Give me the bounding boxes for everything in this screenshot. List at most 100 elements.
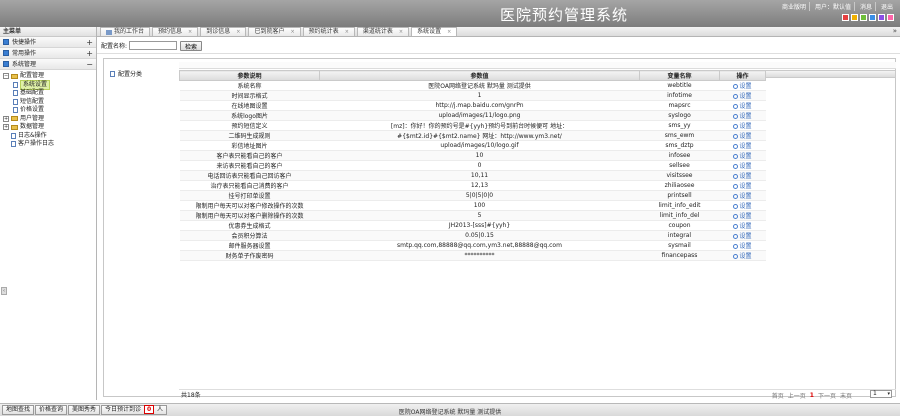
table-row[interactable]: 彩信地址图片 upload/images/10/logo.gif sms_dztp 设… (179, 140, 766, 151)
config-tree-item[interactable]: 配置分类 (110, 69, 142, 78)
collapse-icon[interactable]: − (86, 59, 93, 70)
table-row[interactable]: 系统名称 医院OA网络登记系统 默玛量 测试提供 webtitle 设置 (179, 80, 766, 91)
sidebar-section-quick[interactable]: 快捷操作 + (0, 37, 96, 48)
price-query-button[interactable]: 价格查询 (35, 405, 68, 415)
settings-link[interactable]: 设置 (719, 100, 766, 111)
expand-icon[interactable]: + (3, 115, 9, 122)
column-header[interactable]: 变量名称 (639, 70, 720, 81)
sidebar-tree-item[interactable]: + 数据管理 (3, 123, 96, 132)
settings-link[interactable]: 设置 (719, 120, 766, 131)
sidebar-section-system[interactable]: 系统管理 − (0, 59, 96, 70)
first-page-link[interactable]: 首页 (772, 391, 784, 400)
settings-link[interactable]: 设置 (719, 240, 766, 251)
settings-link[interactable]: 设置 (719, 200, 766, 211)
link-messages[interactable]: 消息 (857, 2, 876, 11)
settings-link[interactable]: 设置 (719, 210, 766, 221)
table-row[interactable]: 客户表只能看自己的客户 10 infosee 设置 (179, 150, 766, 161)
table-row[interactable]: 财务单子作废密码 ********** financepass 设置 (179, 250, 766, 261)
table-row[interactable]: 系统logo图片 upload/images/11/logo.png syslogo… (179, 110, 766, 121)
variable-name-cell: limit_info_del (639, 210, 720, 221)
expand-icon[interactable]: + (86, 48, 93, 59)
close-icon[interactable]: × (188, 28, 192, 36)
prev-page-link[interactable]: 上一页 (788, 391, 806, 400)
meitu-button[interactable]: 美图秀秀 (68, 405, 101, 415)
column-header[interactable]: 操作 (719, 70, 766, 81)
param-value-cell: 0.05|0.15 (319, 230, 640, 241)
settings-link[interactable]: 设置 (719, 170, 766, 181)
table-row[interactable]: 优惠券生成格式 JH2013-[sss]#{yyh} coupon 设置 (179, 220, 766, 231)
table-row[interactable]: 挂号打印单设置 5|0|5|0|0 printsell 设置 (179, 190, 766, 201)
link-user[interactable]: 用户：默认值 (812, 2, 855, 11)
sidebar-tree-item[interactable]: 价格设置 (3, 106, 96, 115)
search-button[interactable]: 检索 (180, 40, 203, 51)
table-row[interactable]: 电话回访表只能看自己回访客户 10,11 visitssee 设置 (179, 170, 766, 181)
map-search-button[interactable]: 地图查找 (2, 405, 35, 415)
settings-link[interactable]: 设置 (719, 150, 766, 161)
link-logout[interactable]: 退出 (878, 2, 896, 11)
settings-link[interactable]: 设置 (719, 130, 766, 141)
gear-icon (733, 254, 739, 259)
next-page-link[interactable]: 下一页 (818, 391, 836, 400)
expand-icon[interactable]: + (86, 37, 93, 48)
settings-label: 设置 (739, 213, 752, 220)
skin-swatch[interactable] (878, 14, 885, 21)
skin-swatch[interactable] (869, 14, 876, 21)
settings-link[interactable]: 设置 (719, 90, 766, 101)
skin-swatch[interactable] (851, 14, 858, 21)
tab-item[interactable]: 我的工作台 (100, 27, 151, 36)
sidebar-tree-item[interactable]: 客户操作日志 (3, 140, 96, 149)
tab-item[interactable]: 系统设置 × (411, 27, 458, 36)
sidebar-tree-item[interactable]: 系统设置 (3, 79, 96, 90)
sidebar-tree-item[interactable]: 短信配置 (3, 98, 96, 107)
settings-link[interactable]: 设置 (719, 160, 766, 171)
tab-item[interactable]: 渠道统计表 × (356, 27, 410, 36)
today-expected-button[interactable]: 今日预计到诊 0 人 (101, 405, 168, 415)
settings-link[interactable]: 设置 (719, 250, 766, 261)
page-select[interactable]: 1 (870, 390, 892, 398)
skin-swatch[interactable] (860, 14, 867, 21)
settings-link[interactable]: 设置 (719, 180, 766, 191)
table-row[interactable]: 邮件服务器设置 smtp.qq.com,88888@qq.com,ym3.net,… (179, 240, 766, 251)
close-icon[interactable]: × (236, 28, 240, 36)
table-row[interactable]: 限制用户每天可以对客户修改操作的次数 100 limit_info_edit 设置 (179, 200, 766, 211)
table-row[interactable]: 时间显示格式 1 infotime 设置 (179, 90, 766, 101)
settings-link[interactable]: 设置 (719, 190, 766, 201)
collapse-icon[interactable]: − (3, 73, 9, 80)
table-row[interactable]: 会员积分算法 0.05|0.15 integral 设置 (179, 230, 766, 241)
sidebar-section-common[interactable]: 常用操作 + (0, 48, 96, 59)
settings-link[interactable]: 设置 (719, 230, 766, 241)
close-icon[interactable]: × (447, 28, 451, 36)
skin-swatch[interactable] (842, 14, 849, 21)
table-row[interactable]: 限制用户每天可以对客户删除操作的次数 5 limit_info_del 设置 (179, 210, 766, 221)
status-bar: 医院OA网络登记系统 默玛量 测试提供 地图查找 价格查询 美图秀秀 今日预计到… (0, 403, 900, 416)
settings-link[interactable]: 设置 (719, 80, 766, 91)
skin-swatch[interactable] (887, 14, 894, 21)
last-page-link[interactable]: 末页 (840, 391, 852, 400)
sidebar-collapse-icon[interactable]: ‹ (1, 287, 7, 295)
tab-item[interactable]: 预约统计表 × (302, 27, 355, 36)
table-row[interactable]: 治疗表只能看自己消费的客户 12,13 zhiliaosee 设置 (179, 180, 766, 191)
settings-link[interactable]: 设置 (719, 110, 766, 121)
table-row[interactable]: 二维码生成规则 #{$mt2.id}#{$mt2.name} 网址：http://… (179, 130, 766, 141)
expand-icon[interactable]: + (3, 124, 9, 131)
close-icon[interactable]: × (290, 28, 294, 36)
column-header[interactable]: 参数说明 (179, 70, 320, 81)
table-row[interactable]: 在线地图设置 http://j.map.baidu.com/gnrPn mapsrc… (179, 100, 766, 111)
sidebar-tree-item[interactable]: 日志&操作 (3, 132, 96, 141)
settings-link[interactable]: 设置 (719, 220, 766, 231)
column-header[interactable]: 参数值 (319, 70, 640, 81)
table-row[interactable]: 来访表只能看自己的客户 0 sellsee 设置 (179, 160, 766, 171)
close-icon[interactable]: × (345, 28, 349, 36)
settings-link[interactable]: 设置 (719, 140, 766, 151)
search-input[interactable] (129, 41, 178, 50)
tab-item[interactable]: 预约信息 × (152, 27, 199, 36)
tab-item[interactable]: 已到院客户 × (248, 27, 301, 36)
tab-item[interactable]: 到诊信息 × (200, 27, 247, 36)
table-row[interactable]: 预约短信定义 [mz]：你好！你的预约号是#{yyh}预约号到前台时候便可 地址：… (179, 120, 766, 131)
sidebar-tree-item[interactable]: + 用户管理 (3, 115, 96, 124)
variable-name-cell: infotime (639, 90, 720, 101)
close-icon[interactable]: × (399, 28, 403, 36)
chevron-right-icon[interactable]: » (893, 27, 897, 35)
sidebar-tree-item[interactable]: 基础配置 (3, 89, 96, 98)
link-version[interactable]: 商业版明 (779, 2, 810, 11)
